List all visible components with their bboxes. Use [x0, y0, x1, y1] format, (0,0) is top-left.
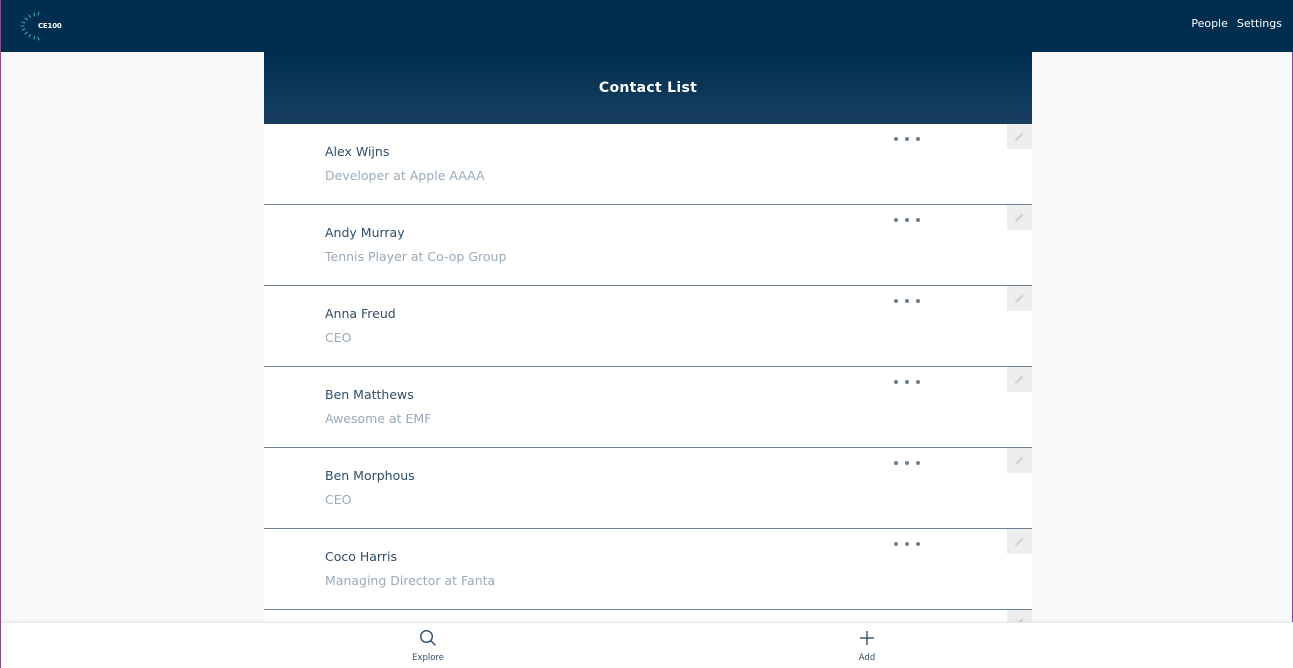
- logo-text: CE100: [38, 21, 62, 30]
- contact-subtitle: Awesome at EMF: [325, 411, 432, 426]
- contact-subtitle: Tennis Player at Co-op Group: [325, 249, 507, 264]
- plus-icon: [860, 631, 874, 645]
- contact-row-partial[interactable]: [264, 610, 1032, 622]
- search-icon: [419, 629, 436, 646]
- bottom-tab-bar: Explore Add: [1, 622, 1293, 668]
- edit-pencil-icon[interactable]: [1007, 286, 1032, 311]
- top-nav-links: People Settings: [1191, 16, 1282, 32]
- nav-link-people[interactable]: People: [1191, 16, 1228, 32]
- contact-row[interactable]: Ben Morphous CEO: [264, 448, 1032, 529]
- contact-list-panel: Contact List Alex Wijns Developer at App…: [264, 52, 1032, 622]
- contact-row[interactable]: Anna Freud CEO: [264, 286, 1032, 367]
- more-options-icon[interactable]: [894, 132, 920, 146]
- panel-header: Contact List: [264, 52, 1032, 124]
- contact-name: Andy Murray: [325, 225, 405, 240]
- contact-name: Alex Wijns: [325, 144, 390, 159]
- nav-link-settings[interactable]: Settings: [1237, 16, 1282, 32]
- contact-list: Alex Wijns Developer at Apple AAAA Andy …: [264, 124, 1032, 622]
- contact-name: Ben Morphous: [325, 468, 415, 483]
- contact-row[interactable]: Coco Harris Managing Director at Fanta: [264, 529, 1032, 610]
- edit-pencil-icon[interactable]: [1007, 367, 1032, 392]
- tab-explore-label: Explore: [412, 653, 444, 663]
- contact-name: Ben Matthews: [325, 387, 414, 402]
- ce100-logo[interactable]: CE100: [18, 9, 66, 42]
- edit-pencil-icon[interactable]: [1007, 529, 1032, 554]
- edit-pencil-icon[interactable]: [1007, 124, 1032, 149]
- top-nav-bar: CE100 People Settings: [1, 0, 1293, 52]
- edit-pencil-icon[interactable]: [1007, 448, 1032, 473]
- more-options-icon[interactable]: [894, 213, 920, 227]
- contact-row[interactable]: Andy Murray Tennis Player at Co-op Group: [264, 205, 1032, 286]
- edit-pencil-icon[interactable]: [1007, 610, 1032, 622]
- contact-name: Coco Harris: [325, 549, 397, 564]
- contact-row[interactable]: Alex Wijns Developer at Apple AAAA: [264, 124, 1032, 205]
- contact-subtitle: Developer at Apple AAAA: [325, 168, 485, 183]
- contact-subtitle: Managing Director at Fanta: [325, 573, 496, 588]
- contact-name: Anna Freud: [325, 306, 396, 321]
- contact-row[interactable]: Ben Matthews Awesome at EMF: [264, 367, 1032, 448]
- more-options-icon[interactable]: [894, 537, 920, 551]
- tab-explore[interactable]: Explore: [398, 629, 458, 665]
- contact-subtitle: CEO: [325, 330, 352, 345]
- more-options-icon[interactable]: [894, 456, 920, 470]
- page-title: Contact List: [598, 80, 698, 96]
- tab-add-label: Add: [858, 653, 876, 663]
- more-options-icon[interactable]: [894, 294, 920, 308]
- more-options-icon[interactable]: [894, 375, 920, 389]
- edit-pencil-icon[interactable]: [1007, 205, 1032, 230]
- contact-subtitle: CEO: [325, 492, 352, 507]
- tab-add[interactable]: Add: [837, 629, 897, 665]
